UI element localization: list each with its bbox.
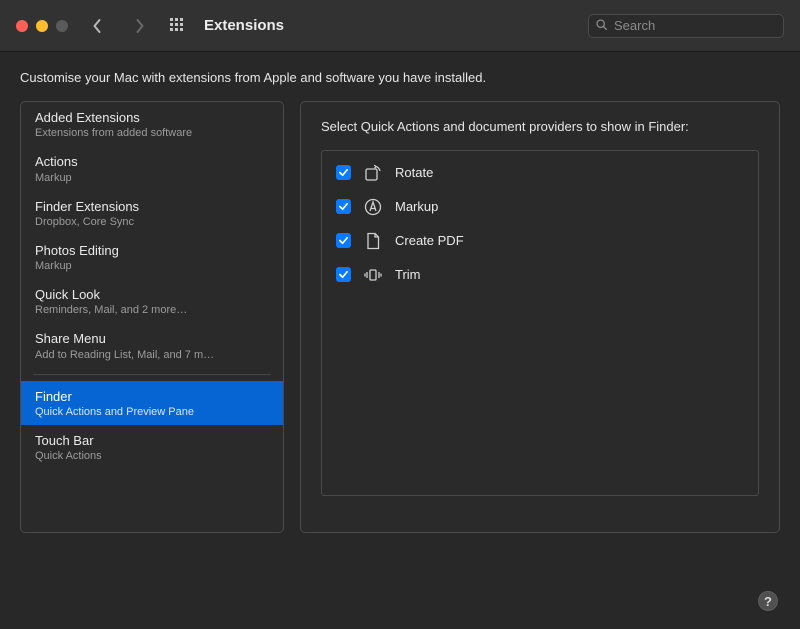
sidebar-item-label: Finder [35, 389, 269, 405]
quick-action-label: Markup [395, 199, 438, 214]
zoom-window-button[interactable] [56, 20, 68, 32]
nav-arrows [90, 19, 146, 33]
checkbox-create-pdf[interactable] [336, 233, 351, 248]
sidebar-item-sublabel: Markup [35, 172, 269, 184]
sidebar-item-quick-look[interactable]: Quick Look Reminders, Mail, and 2 more… [21, 279, 283, 323]
sidebar-item-added-extensions[interactable]: Added Extensions Extensions from added s… [21, 102, 283, 146]
quick-action-label: Rotate [395, 165, 433, 180]
sidebar-item-sublabel: Quick Actions and Preview Pane [35, 406, 269, 418]
help-button[interactable]: ? [758, 591, 778, 611]
sidebar-item-sublabel: Quick Actions [35, 450, 269, 462]
sidebar-item-actions[interactable]: Actions Markup [21, 146, 283, 190]
sidebar-item-sublabel: Markup [35, 260, 269, 272]
sidebar-item-label: Actions [35, 154, 269, 170]
sidebar-item-share-menu[interactable]: Share Menu Add to Reading List, Mail, an… [21, 323, 283, 367]
sidebar-item-label: Share Menu [35, 331, 269, 347]
document-icon [363, 231, 383, 251]
sidebar-item-label: Touch Bar [35, 433, 269, 449]
sidebar-item-touch-bar[interactable]: Touch Bar Quick Actions [21, 425, 283, 469]
search-icon [595, 18, 608, 34]
show-all-prefs-button[interactable] [170, 18, 186, 34]
sidebar-item-label: Quick Look [35, 287, 269, 303]
quick-action-label: Trim [395, 267, 421, 282]
checkbox-markup[interactable] [336, 199, 351, 214]
rotate-icon [363, 163, 383, 183]
sidebar-item-label: Finder Extensions [35, 199, 269, 215]
sidebar-divider [33, 374, 271, 375]
window-controls [16, 20, 68, 32]
trim-icon [363, 265, 383, 285]
markup-icon [363, 197, 383, 217]
sidebar-item-sublabel: Dropbox, Core Sync [35, 216, 269, 228]
detail-panel: Select Quick Actions and document provid… [300, 101, 780, 533]
sidebar-item-finder-extensions[interactable]: Finder Extensions Dropbox, Core Sync [21, 191, 283, 235]
sidebar-item-sublabel: Add to Reading List, Mail, and 7 m… [35, 349, 269, 361]
categories-sidebar: Added Extensions Extensions from added s… [20, 101, 284, 533]
quick-action-row-rotate: Rotate [336, 163, 744, 183]
quick-action-label: Create PDF [395, 233, 464, 248]
quick-action-row-create-pdf: Create PDF [336, 231, 744, 251]
help-label: ? [764, 594, 772, 609]
window-title: Extensions [204, 17, 284, 34]
checkbox-trim[interactable] [336, 267, 351, 282]
sidebar-item-photos-editing[interactable]: Photos Editing Markup [21, 235, 283, 279]
sidebar-item-finder[interactable]: Finder Quick Actions and Preview Pane [21, 381, 283, 425]
checkbox-rotate[interactable] [336, 165, 351, 180]
titlebar: Extensions [0, 0, 800, 52]
quick-action-row-trim: Trim [336, 265, 744, 285]
back-button[interactable] [90, 19, 104, 33]
detail-heading: Select Quick Actions and document provid… [321, 118, 759, 136]
close-window-button[interactable] [16, 20, 28, 32]
minimize-window-button[interactable] [36, 20, 48, 32]
sidebar-item-label: Added Extensions [35, 110, 269, 126]
forward-button[interactable] [132, 19, 146, 33]
sidebar-item-sublabel: Extensions from added software [35, 127, 269, 139]
intro-text: Customise your Mac with extensions from … [20, 70, 780, 85]
sidebar-item-sublabel: Reminders, Mail, and 2 more… [35, 304, 269, 316]
quick-actions-list: Rotate Markup [321, 150, 759, 496]
quick-action-row-markup: Markup [336, 197, 744, 217]
search-input[interactable] [614, 18, 777, 33]
search-field-container[interactable] [588, 14, 784, 38]
sidebar-item-label: Photos Editing [35, 243, 269, 259]
